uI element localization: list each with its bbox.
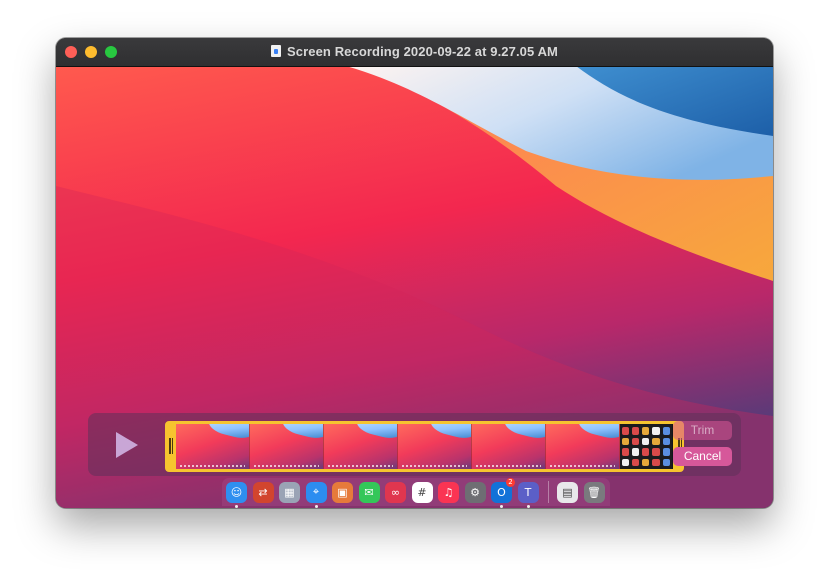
remote-desktop-icon[interactable]: ⇄ [252, 481, 274, 503]
timeline-thumbnail [619, 424, 674, 469]
timeline-thumbnail [249, 424, 324, 469]
finder-icon[interactable]: ☺ [226, 481, 247, 508]
quicktime-window: Screen Recording 2020-09-22 at 9.27.05 A… [56, 38, 773, 508]
trim-controls: Trim Cancel [88, 413, 741, 476]
window-title: Screen Recording 2020-09-22 at 9.27.05 A… [56, 44, 773, 59]
outlook-icon[interactable]: O2 [491, 477, 515, 508]
timeline-thumbnail [397, 424, 472, 469]
cancel-button[interactable]: Cancel [673, 447, 732, 466]
creative-cloud-icon[interactable]: ∞ [385, 481, 406, 503]
messages-icon[interactable]: ✉ [358, 481, 380, 503]
notification-badge: 2 [506, 477, 515, 487]
timeline-thumbnail [176, 424, 250, 469]
launchpad-icon[interactable]: ▦ [279, 481, 300, 503]
timeline-thumbnail [471, 424, 546, 469]
document-icon [271, 45, 282, 57]
dock-separator [548, 481, 549, 503]
safari-icon[interactable]: ⌖ [305, 481, 327, 508]
document-stack-icon[interactable]: ▤ [557, 481, 578, 503]
teams-icon[interactable]: T [517, 481, 539, 508]
window-title-text: Screen Recording 2020-09-22 at 9.27.05 A… [287, 44, 558, 59]
running-indicator [314, 504, 318, 508]
play-button[interactable] [116, 432, 138, 458]
trim-timeline[interactable] [165, 421, 684, 472]
dock: ☺ ⇄ ▦ ⌖ ▣ ✉ ∞ # ♫ ⚙ O 2 T ▤ 🗑 [222, 477, 610, 508]
running-indicator [526, 504, 530, 508]
music-icon[interactable]: ♫ [438, 481, 459, 503]
slack-icon[interactable]: # [411, 481, 433, 503]
timeline-thumbnail [545, 424, 620, 469]
system-preferences-icon[interactable]: ⚙ [464, 481, 486, 503]
running-indicator [235, 504, 238, 508]
trim-start-handle[interactable] [169, 438, 173, 454]
trim-button[interactable]: Trim [673, 421, 732, 440]
running-indicator [500, 504, 503, 508]
package-icon[interactable]: ▣ [332, 481, 353, 503]
timeline-thumbnail [323, 424, 398, 469]
trash-icon[interactable]: 🗑 [583, 481, 605, 503]
title-bar: Screen Recording 2020-09-22 at 9.27.05 A… [56, 38, 773, 67]
